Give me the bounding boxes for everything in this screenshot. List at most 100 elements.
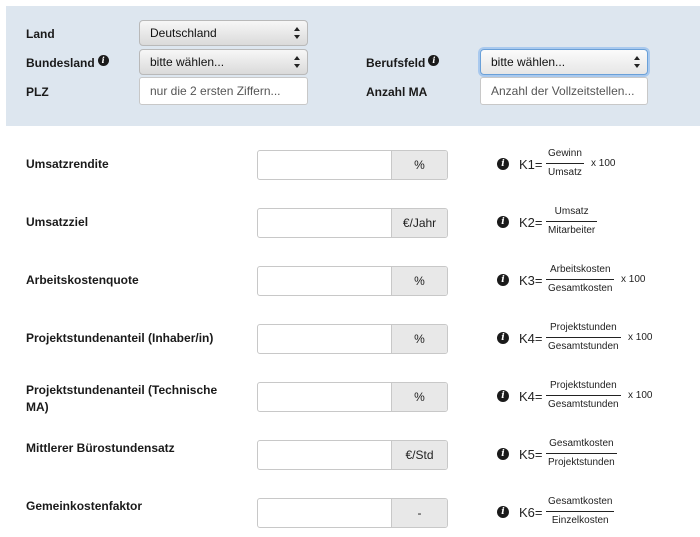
plz-placeholder: nur die 2 ersten Ziffern... — [150, 84, 281, 98]
formula-numerator: Projektstunden — [549, 380, 617, 391]
plz-input[interactable]: nur die 2 ersten Ziffern... — [139, 77, 308, 105]
anzahl-ma-input[interactable]: Anzahl der Vollzeitstellen... — [480, 77, 648, 105]
info-icon[interactable]: i — [497, 332, 509, 344]
formula-fraction: Projektstunden Gesamtstunden — [546, 321, 621, 353]
kpi-input[interactable] — [258, 209, 392, 237]
formula-k-name: K4= — [519, 389, 543, 404]
kpi-unit-addon: €/Std — [391, 441, 447, 469]
bundesland-select[interactable]: bitte wählen... — [139, 49, 308, 75]
kpi-label: Umsatzziel — [26, 215, 89, 229]
kpi-input-group: % — [257, 324, 448, 354]
formula-fraction: Gewinn Umsatz — [546, 147, 584, 179]
kpi-formula: K2= Umsatz Mitarbeiter — [519, 205, 679, 241]
kpi-unit-addon: €/Jahr — [391, 209, 447, 237]
formula-denominator: Gesamtstunden — [548, 341, 619, 352]
berufsfeld-select-value: bitte wählen... — [491, 55, 566, 69]
formula-fraction: Gesamtkosten Projektstunden — [546, 437, 617, 469]
kpi-input-group: - — [257, 498, 448, 528]
fraction-bar — [546, 163, 584, 164]
formula-fraction: Gesamtkosten Einzelkosten — [546, 495, 615, 527]
kpi-label: Projektstundenanteil (Inhaber/in) — [26, 331, 214, 345]
berufsfeld-label-wrap: Berufsfeld i — [366, 55, 440, 70]
kpi-formula: K1= Gewinn Umsatz x 100 — [519, 147, 679, 183]
select-arrows-icon — [294, 27, 300, 39]
kpi-input[interactable] — [258, 499, 392, 527]
berufsfeld-select[interactable]: bitte wählen... — [480, 49, 648, 75]
fraction-bar — [546, 337, 621, 338]
kpi-input[interactable] — [258, 151, 392, 179]
formula-numerator: Projektstunden — [549, 322, 617, 333]
kpi-input[interactable] — [258, 267, 392, 295]
plz-label: PLZ — [26, 85, 49, 99]
kpi-formula: K4= Projektstunden Gesamtstunden x 100 — [519, 379, 679, 415]
info-icon[interactable]: i — [497, 448, 509, 460]
berufsfeld-info-icon[interactable]: i — [428, 55, 440, 66]
kpi-input-group: % — [257, 266, 448, 296]
kpi-input-group: €/Std — [257, 440, 448, 470]
bundesland-select-value: bitte wählen... — [150, 55, 225, 69]
formula-numerator: Gewinn — [548, 148, 582, 159]
formula-numerator: Gesamtkosten — [548, 496, 613, 507]
land-select-value: Deutschland — [150, 26, 217, 40]
formula-k-name: K5= — [519, 447, 543, 462]
info-icon[interactable]: i — [497, 390, 509, 402]
formula-k-name: K6= — [519, 505, 543, 520]
kpi-formula: K3= Arbeitskosten Gesamtkosten x 100 — [519, 263, 679, 299]
bundesland-info-icon[interactable]: i — [97, 55, 109, 66]
formula-k-name: K4= — [519, 331, 543, 346]
kpi-input-group: % — [257, 150, 448, 180]
kpi-label: Gemeinkostenfaktor — [26, 499, 143, 513]
kpi-formula: K5= Gesamtkosten Projektstunden — [519, 437, 679, 473]
formula-fraction: Projektstunden Gesamtstunden — [546, 379, 621, 411]
formula-denominator: Projektstunden — [548, 457, 615, 468]
formula-numerator: Arbeitskosten — [549, 264, 611, 275]
fraction-bar — [546, 279, 615, 280]
kpi-input-group: €/Jahr — [257, 208, 448, 238]
formula-multiplier: x 100 — [628, 390, 653, 401]
kpi-unit-addon: - — [391, 499, 447, 527]
kpi-input-group: % — [257, 382, 448, 412]
formula-multiplier: x 100 — [621, 274, 646, 285]
kpi-label: Projektstundenanteil (Technische MA) — [26, 383, 218, 414]
kpi-input[interactable] — [258, 383, 392, 411]
info-icon[interactable]: i — [497, 506, 509, 518]
formula-denominator: Mitarbeiter — [548, 225, 596, 236]
formula-denominator: Gesamtkosten — [548, 283, 613, 294]
formula-multiplier: x 100 — [628, 332, 653, 343]
anzahl-ma-placeholder: Anzahl der Vollzeitstellen... — [491, 84, 635, 98]
kpi-formula: K6= Gesamtkosten Einzelkosten — [519, 495, 679, 531]
formula-fraction: Umsatz Mitarbeiter — [546, 205, 598, 237]
kpi-unit-addon: % — [391, 325, 447, 353]
fraction-bar — [546, 395, 621, 396]
kpi-label: Umsatzrendite — [26, 157, 109, 171]
formula-k-name: K2= — [519, 215, 543, 230]
land-label: Land — [26, 27, 55, 41]
info-icon[interactable]: i — [497, 274, 509, 286]
info-icon[interactable]: i — [497, 216, 509, 228]
formula-numerator: Gesamtkosten — [549, 438, 614, 449]
bundesland-label: Bundesland — [26, 56, 95, 70]
info-icon[interactable]: i — [497, 158, 509, 170]
anzahl-ma-label: Anzahl MA — [366, 85, 428, 99]
kpi-unit-addon: % — [391, 267, 447, 295]
fraction-bar — [546, 511, 615, 512]
formula-denominator: Einzelkosten — [551, 515, 609, 526]
land-select[interactable]: Deutschland — [139, 20, 308, 46]
fraction-bar — [546, 221, 598, 222]
formula-multiplier: x 100 — [591, 158, 616, 169]
kpi-formula: K4= Projektstunden Gesamtstunden x 100 — [519, 321, 679, 357]
select-arrows-icon — [294, 56, 300, 68]
kpi-input[interactable] — [258, 441, 392, 469]
formula-denominator: Umsatz — [548, 167, 582, 178]
formula-k-name: K3= — [519, 273, 543, 288]
kpi-input[interactable] — [258, 325, 392, 353]
formula-numerator: Umsatz — [554, 206, 589, 217]
select-arrows-icon — [634, 56, 640, 68]
bundesland-label-wrap: Bundesland i — [26, 55, 109, 70]
formula-denominator: Gesamtstunden — [548, 399, 619, 410]
kpi-label: Arbeitskostenquote — [26, 273, 139, 287]
fraction-bar — [546, 453, 617, 454]
kpi-unit-addon: % — [391, 151, 447, 179]
formula-k-name: K1= — [519, 157, 543, 172]
berufsfeld-label: Berufsfeld — [366, 56, 426, 70]
